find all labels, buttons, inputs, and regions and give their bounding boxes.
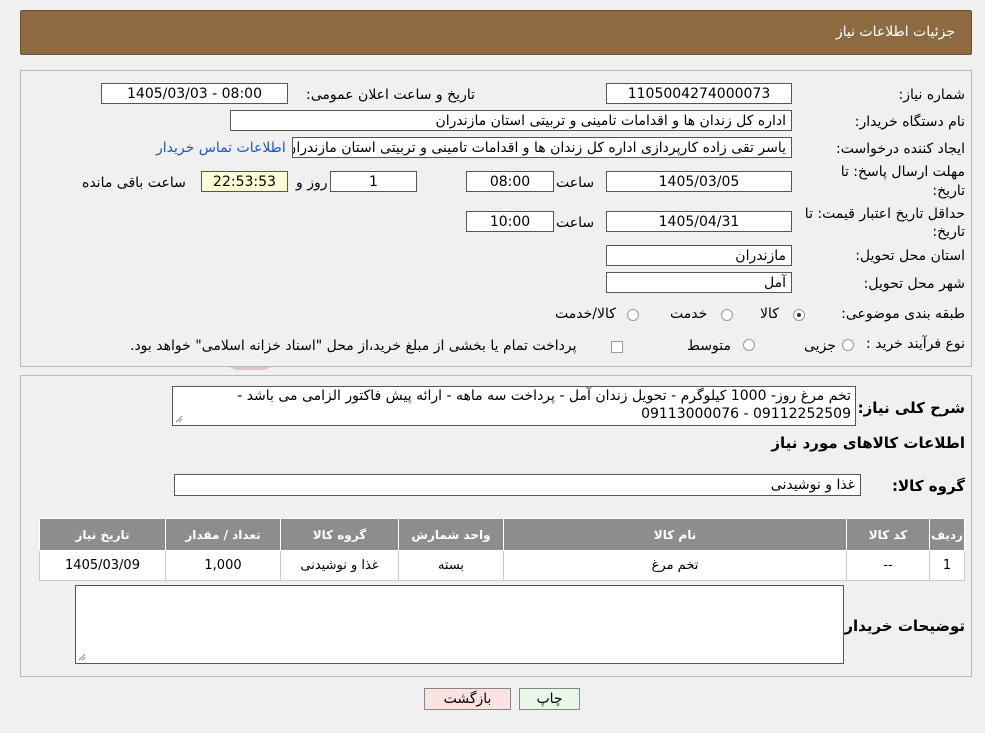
category-both-radio[interactable] (627, 309, 639, 321)
creator-field: یاسر تقی زاده کارپردازی اداره کل زندان ه… (292, 137, 792, 158)
validity-label: حداقل تاریخ اعتبار قیمت: تا (804, 206, 965, 222)
col-quantity: تعداد / مقدار (165, 518, 281, 551)
category-service-radio[interactable] (721, 309, 733, 321)
creator-label: ایجاد کننده درخواست: (836, 141, 965, 157)
deadline-label: مهلت ارسال پاسخ: تا (840, 164, 965, 180)
process-note: پرداخت تمام یا بخشی از مبلغ خرید،از محل … (130, 338, 577, 354)
process-medium-radio[interactable] (743, 339, 755, 351)
cell-row: 1 (929, 550, 965, 581)
cell-date: 1405/03/09 (39, 550, 166, 581)
need-number-label: شماره نیاز: (898, 87, 966, 103)
print-button[interactable]: چاپ (519, 688, 580, 710)
announce-label: تاریخ و ساعت اعلان عمومی: (306, 87, 475, 103)
page-title: جزئیات اطلاعات نیاز (835, 24, 955, 40)
description-line-2: 09112252509 - 09113000076 (641, 406, 851, 422)
deadline-date-field: 1405/03/05 (606, 171, 792, 192)
goods-group-label: گروه کالا: (892, 477, 965, 495)
process-note-checkbox[interactable] (611, 341, 623, 353)
cell-group: غذا و نوشیدنی (280, 550, 399, 581)
contact-buyer-link[interactable]: اطلاعات تماس خریدار (156, 140, 286, 156)
announce-field: 1405/03/03 - 08:00 (101, 83, 288, 104)
col-unit: واحد شمارش (398, 518, 504, 551)
goods-section-title: اطلاعات کالاهای مورد نیاز (771, 434, 965, 452)
col-group: گروه کالا (280, 518, 399, 551)
deadline-time-field: 08:00 (466, 171, 554, 192)
description-label: شرح کلی نیاز: (857, 399, 965, 417)
province-field: مازندران (606, 245, 792, 266)
process-option-small-label: جزیی (804, 338, 836, 354)
col-name: نام کالا (503, 518, 847, 551)
province-label: استان محل تحویل: (855, 248, 965, 264)
validity-time-label: ساعت (556, 215, 595, 231)
validity-label-2: تاریخ: (932, 224, 965, 240)
buyer-notes-label: توضیحات خریدار: (838, 617, 965, 635)
days-field: 1 (330, 171, 417, 192)
buyer-notes-textarea[interactable] (75, 585, 844, 664)
buyer-org-label: نام دستگاه خریدار: (854, 114, 965, 130)
deadline-label-2: تاریخ: (932, 183, 965, 199)
category-goods-radio[interactable] (793, 309, 805, 321)
resize-handle-icon[interactable] (78, 653, 86, 661)
goods-group-field: غذا و نوشیدنی (174, 474, 861, 496)
back-button[interactable]: بازگشت (424, 688, 511, 710)
goods-table-header: ردیف کد کالا نام کالا واحد شمارش گروه کا… (39, 518, 965, 551)
table-row: 1 -- تخم مرغ بسته غذا و نوشیدنی 1,000 14… (39, 550, 965, 581)
city-field: آمل (606, 272, 792, 293)
category-option-service-label: خدمت (670, 306, 708, 322)
category-option-both-label: کالا/خدمت (555, 306, 616, 322)
description-textarea[interactable]: تخم مرغ روز- 1000 کیلوگرم - تحویل زندان … (172, 386, 856, 426)
col-row: ردیف (929, 518, 965, 551)
col-date: تاریخ نیاز (39, 518, 166, 551)
cell-name: تخم مرغ (503, 550, 847, 581)
col-code: کد کالا (846, 518, 930, 551)
process-option-medium-label: متوسط (687, 338, 731, 354)
cell-quantity: 1,000 (165, 550, 281, 581)
validity-date-field: 1405/04/31 (606, 211, 792, 232)
cell-code: -- (846, 550, 930, 581)
cell-unit: بسته (398, 550, 504, 581)
category-label: طبقه بندی موضوعی: (841, 306, 965, 322)
validity-time-field: 10:00 (466, 211, 554, 232)
description-line-1: تخم مرغ روز- 1000 کیلوگرم - تحویل زندان … (237, 388, 851, 404)
deadline-time-label: ساعت (556, 175, 595, 191)
process-label: نوع فرآیند خرید : (866, 336, 965, 352)
remaining-time-field: 22:53:53 (201, 171, 288, 192)
category-option-goods-label: کالا (760, 306, 779, 322)
need-number-field: 1105004274000073 (606, 83, 792, 104)
remaining-label: ساعت باقی مانده (82, 175, 186, 191)
days-label: روز و (296, 175, 328, 191)
resize-handle-icon[interactable] (175, 415, 183, 423)
buyer-org-field: اداره کل زندان ها و اقدامات تامینی و ترب… (230, 110, 792, 131)
page-header: جزئیات اطلاعات نیاز (20, 10, 972, 55)
goods-table: ردیف کد کالا نام کالا واحد شمارش گروه کا… (39, 518, 965, 581)
city-label: شهر محل تحویل: (863, 276, 965, 292)
process-small-radio[interactable] (842, 339, 854, 351)
